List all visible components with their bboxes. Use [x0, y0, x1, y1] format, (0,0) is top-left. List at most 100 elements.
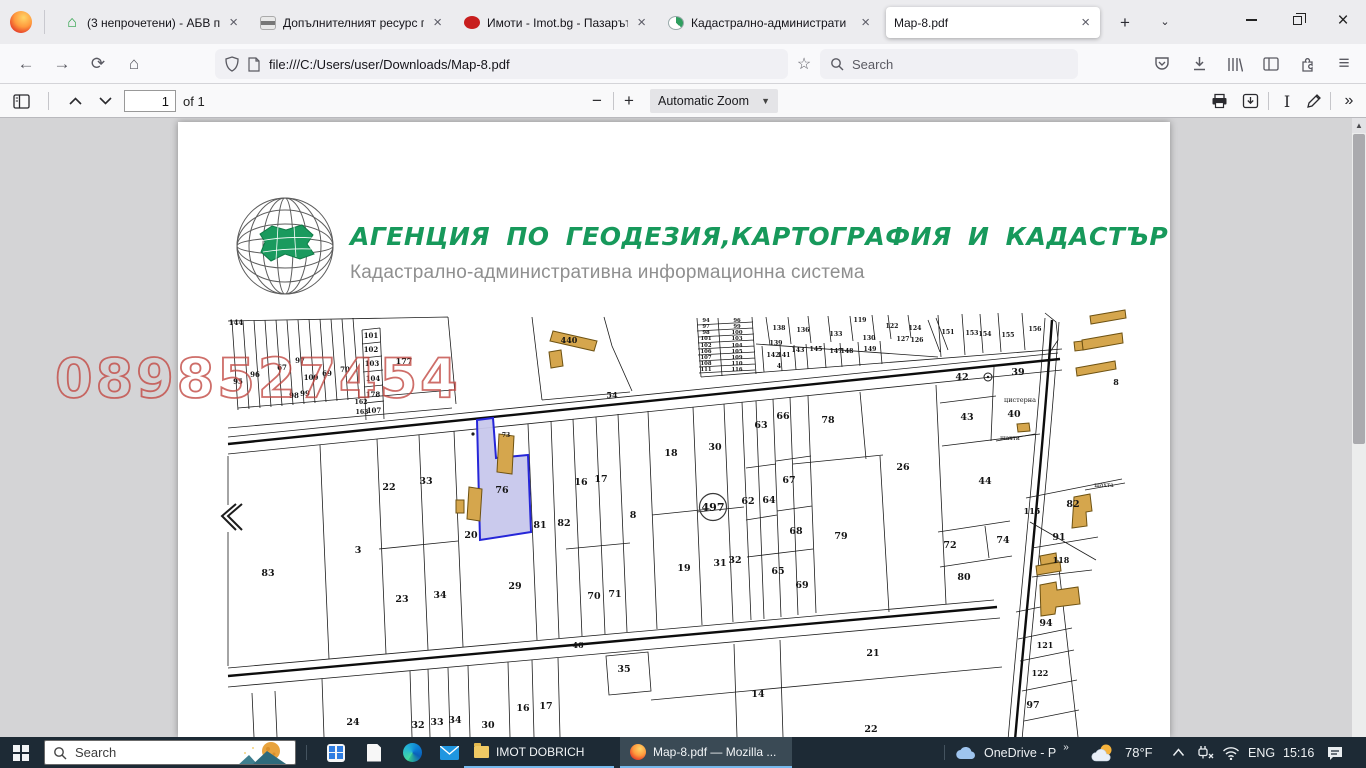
page-file-icon[interactable] — [248, 57, 260, 72]
tab-resource[interactable]: Допълнителният ресурс по × — [252, 7, 452, 38]
edge-browser-icon[interactable] — [394, 737, 430, 768]
page-count-label: of 1 — [183, 94, 205, 109]
onedrive-cloud-icon — [956, 746, 977, 760]
folder-icon — [474, 746, 489, 758]
chevron-down-icon: ▼ — [761, 96, 770, 106]
pdf-viewport: АГЕНЦИЯ ПО ГЕОДЕЗИЯ,КАРТОГРАФИЯ И КАДАСТ… — [0, 118, 1366, 737]
pdf-toolbar: of 1 − + Automatic Zoom ▼ I » — [0, 84, 1366, 118]
zoom-select[interactable]: Automatic Zoom ▼ — [650, 89, 778, 113]
forward-icon[interactable]: → — [48, 50, 76, 78]
new-tab-button[interactable]: + — [1112, 10, 1138, 36]
search-icon — [53, 746, 67, 760]
taskbar-divider — [306, 745, 307, 760]
titlebar-divider — [44, 10, 45, 34]
onedrive-label: OneDrive - P — [984, 746, 1056, 760]
window-restore-button[interactable] — [1274, 0, 1320, 40]
extensions-icon[interactable] — [1293, 50, 1321, 78]
taskbar-search-box[interactable]: Search — [44, 740, 296, 765]
taskbar-button-label: IMOT DOBRICH — [496, 745, 584, 759]
back-icon[interactable]: ← — [12, 50, 40, 78]
menu-hamburger-icon[interactable]: ≡ — [1330, 50, 1358, 78]
pdf-sidebar-toggle-icon[interactable] — [8, 88, 34, 114]
url-bar[interactable]: file:///C:/Users/user/Downloads/Map-8.pd… — [215, 49, 788, 79]
taskbar-button-map8-pdf[interactable]: Map-8.pdf — Mozilla ... — [620, 737, 792, 768]
bookmark-star-icon[interactable]: ☆ — [790, 50, 818, 78]
weather-widget[interactable]: 78°F — [1090, 737, 1153, 768]
onedrive-status[interactable]: OneDrive - P » — [956, 737, 1068, 768]
search-highlight-art — [223, 741, 295, 765]
home-icon[interactable]: ⌂ — [120, 50, 148, 78]
draw-tool-icon[interactable] — [1301, 88, 1327, 114]
tray-power-plug-icon[interactable] — [1196, 737, 1214, 768]
windows-logo-icon — [13, 745, 29, 761]
taskbar-divider — [944, 745, 945, 760]
tray-show-hidden-icons[interactable] — [1172, 737, 1185, 768]
tab-title: Имоти - Imot.bg - Пазарът н — [487, 16, 628, 30]
screen: ⌂ (3 непрочетени) - АБВ поща × Допълните… — [0, 0, 1366, 768]
text-select-tool-icon[interactable]: I — [1274, 88, 1300, 114]
taskbar-button-label: Map-8.pdf — Mozilla ... — [653, 745, 776, 759]
tab-close-icon[interactable]: × — [635, 14, 648, 31]
reload-icon[interactable]: ⟳ — [84, 50, 112, 78]
window-close-button[interactable]: × — [1320, 0, 1366, 40]
tab-imot-bg[interactable]: Имоти - Imot.bg - Пазарът н × — [456, 7, 656, 38]
tab-title: (3 непрочетени) - АБВ поща — [87, 16, 220, 30]
next-page-icon[interactable] — [92, 88, 118, 114]
sidebar-icon[interactable] — [1257, 50, 1285, 78]
chevrons-icon: » — [1063, 742, 1068, 753]
scroll-up-arrow-icon[interactable]: ▲ — [1352, 118, 1366, 133]
browser-navbar: ← → ⟳ ⌂ file:///C:/Users/user/Downloads/… — [0, 44, 1366, 84]
tray-wifi-icon[interactable] — [1222, 737, 1240, 768]
tab-close-icon[interactable]: × — [1079, 14, 1092, 31]
downloads-icon[interactable] — [1185, 50, 1213, 78]
firefox-logo-icon[interactable] — [10, 11, 32, 33]
tab-abv-mail[interactable]: ⌂ (3 непрочетени) - АБВ поща × — [56, 7, 248, 38]
tab-map-8-pdf-active[interactable]: Map-8.pdf × — [886, 7, 1100, 38]
browser-search-bar[interactable]: Search — [820, 49, 1078, 79]
kais-favicon-globe-icon — [668, 16, 684, 30]
pocket-icon[interactable] — [1148, 50, 1176, 78]
print-icon[interactable] — [1206, 88, 1232, 114]
microsoft-store-icon[interactable] — [318, 737, 354, 768]
tab-title: Map-8.pdf — [894, 16, 1072, 30]
save-icon[interactable] — [1237, 88, 1263, 114]
notification-center-icon[interactable] — [1326, 737, 1344, 768]
browser-titlebar: ⌂ (3 непрочетени) - АБВ поща × Допълните… — [0, 0, 1366, 44]
scrollbar-thumb[interactable] — [1353, 134, 1365, 444]
agency-globe-logo — [230, 186, 340, 306]
taskbar-button-imot-dobrich[interactable]: IMOT DOBRICH — [464, 737, 614, 768]
tab-close-icon[interactable]: × — [859, 14, 872, 31]
start-button[interactable] — [0, 737, 42, 768]
vertical-scrollbar[interactable]: ▲ — [1352, 118, 1366, 737]
tracking-shield-icon[interactable] — [225, 56, 239, 72]
tab-title: Допълнителният ресурс по — [283, 16, 424, 30]
library-icon[interactable] — [1221, 50, 1249, 78]
tray-clock[interactable]: 15:16 — [1283, 737, 1314, 768]
file-explorer-document-icon[interactable] — [356, 737, 392, 768]
windows-taskbar: Search IMOT DOBRICH Map-8.pdf — Mozilla … — [0, 737, 1366, 768]
previous-page-icon[interactable] — [62, 88, 88, 114]
tab-title: Кадастрално-администрати — [691, 16, 852, 30]
tray-language-indicator[interactable]: ENG — [1248, 737, 1275, 768]
tab-kais[interactable]: Кадастрално-администрати × — [660, 7, 880, 38]
url-text[interactable]: file:///C:/Users/user/Downloads/Map-8.pd… — [269, 57, 510, 72]
zoom-in-icon[interactable]: + — [616, 88, 642, 114]
time-label: 15:16 — [1283, 746, 1314, 760]
search-placeholder: Search — [852, 57, 893, 72]
more-tools-icon[interactable]: » — [1336, 88, 1362, 114]
language-label: ENG — [1248, 746, 1275, 760]
tab-close-icon[interactable]: × — [431, 14, 444, 31]
window-minimize-button[interactable] — [1228, 0, 1274, 40]
resource-favicon-icon — [260, 16, 276, 30]
abv-mail-favicon-house-icon: ⌂ — [64, 15, 80, 31]
document-subtitle: Кадастрално-административна информационн… — [350, 262, 865, 284]
temperature-label: 78°F — [1125, 745, 1153, 760]
taskbar-search-placeholder: Search — [75, 745, 116, 760]
mail-icon[interactable] — [431, 737, 467, 768]
page-number-input[interactable] — [124, 90, 176, 112]
tab-list-dropdown-icon[interactable]: ⌄ — [1152, 10, 1178, 36]
tab-close-icon[interactable]: × — [227, 14, 240, 31]
firefox-icon — [630, 744, 646, 760]
zoom-out-icon[interactable]: − — [584, 88, 610, 114]
weather-sun-cloud-icon — [1090, 743, 1117, 763]
